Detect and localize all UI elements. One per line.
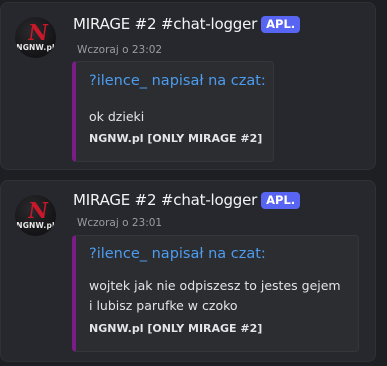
author-name[interactable]: MIRAGE #2 #chat-logger bbox=[73, 15, 257, 33]
author-name[interactable]: MIRAGE #2 #chat-logger bbox=[73, 191, 257, 209]
message: N NGNW.pl MIRAGE #2 #chat-logger APL. Wc… bbox=[0, 2, 376, 170]
avatar-logo-letter: N bbox=[26, 198, 50, 224]
avatar-logo-text: NGNW.pl bbox=[16, 43, 55, 52]
embed-author: ?ilence_ napisał na czat: bbox=[89, 246, 266, 262]
timestamp[interactable]: Wczoraj o 23:01 bbox=[77, 217, 162, 229]
embed-footer: NGNW.pl [ONLY MIRAGE #2] bbox=[89, 132, 263, 145]
avatar-logo-letter: N bbox=[26, 20, 50, 46]
avatar-logo-text: NGNW.pl bbox=[16, 221, 55, 230]
avatar[interactable]: N NGNW.pl bbox=[15, 17, 56, 58]
message-feed: N NGNW.pl MIRAGE #2 #chat-logger APL. Wc… bbox=[0, 0, 387, 366]
message-header: MIRAGE #2 #chat-logger APL. bbox=[73, 191, 301, 209]
app-badge: APL. bbox=[261, 15, 301, 33]
embed: ?ilence_ napisał na czat: ok dzieki NGNW… bbox=[72, 61, 274, 162]
avatar[interactable]: N NGNW.pl bbox=[15, 195, 56, 236]
embed: ?ilence_ napisał na czat: wojtek jak nie… bbox=[72, 235, 359, 352]
timestamp[interactable]: Wczoraj o 23:02 bbox=[77, 44, 162, 56]
embed-author: ?ilence_ napisał na czat: bbox=[89, 73, 266, 89]
app-badge: APL. bbox=[261, 191, 301, 209]
embed-description: wojtek jak nie odpiszesz to jestes gejem… bbox=[89, 278, 341, 313]
embed-footer: NGNW.pl [ONLY MIRAGE #2] bbox=[89, 322, 263, 335]
message: N NGNW.pl MIRAGE #2 #chat-logger APL. Wc… bbox=[0, 180, 376, 362]
embed-description: ok dzieki bbox=[89, 109, 145, 124]
message-header: MIRAGE #2 #chat-logger APL. bbox=[73, 15, 301, 33]
